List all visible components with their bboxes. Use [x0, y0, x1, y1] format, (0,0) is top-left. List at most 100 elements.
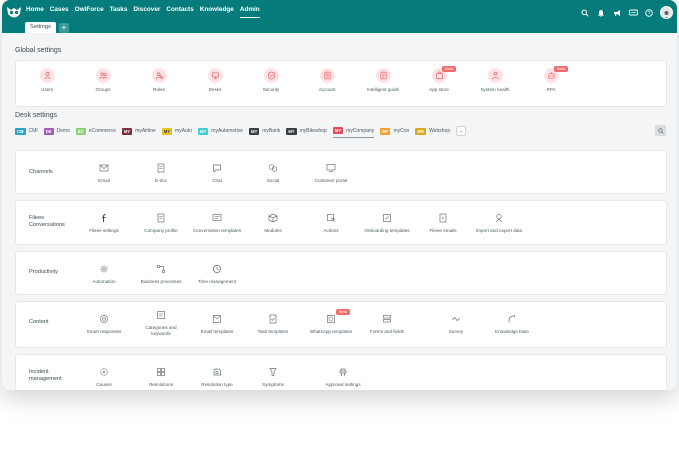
brand-mybank[interactable]: MY myBank — [248, 125, 280, 137]
fileee-settings[interactable]: Fileee settings — [74, 213, 134, 234]
global-settings-card: Users Groups Roles Desks Security Accoun… — [15, 60, 667, 107]
beta-badge-app-store: Beta — [442, 66, 456, 72]
onboarding-templates[interactable]: Onboarding templates — [357, 213, 417, 234]
rpa-icon — [547, 72, 555, 79]
process-icon — [156, 264, 166, 274]
brand-ecommerce[interactable]: EC eCommerce — [75, 125, 116, 137]
brand-mycon[interactable]: MY myCon — [380, 125, 409, 137]
global-item-intelligent-guide[interactable]: Intelligent guide — [355, 68, 411, 92]
whatsapp-icon — [327, 315, 335, 323]
automation[interactable]: Automation — [74, 264, 134, 285]
nav-cases[interactable]: Cases — [50, 0, 69, 20]
global-item-rpa[interactable]: RPA Beta — [523, 66, 579, 92]
causes-icon — [100, 368, 108, 376]
survey[interactable]: Survey — [426, 314, 486, 335]
groups-icon — [98, 72, 108, 79]
global-item-roles[interactable]: Roles — [131, 68, 187, 92]
add-tab-button[interactable]: + — [58, 23, 69, 33]
task-template-icon — [269, 314, 277, 324]
chat-icon[interactable] — [628, 8, 638, 18]
profile-icon — [157, 213, 165, 223]
global-item-account[interactable]: Account — [299, 68, 355, 92]
time-management[interactable]: Time management — [187, 264, 247, 285]
email-templates[interactable]: Email templates — [187, 314, 247, 335]
nav-home[interactable]: Home — [26, 0, 44, 20]
desk-settings-title: Desk settings — [15, 112, 58, 119]
brand-mycompany[interactable]: MY myCompany — [332, 125, 375, 138]
megaphone-icon[interactable] — [612, 8, 622, 18]
nav-owlforce[interactable]: OwlForce — [75, 0, 104, 20]
business-processes[interactable]: Business processes — [131, 264, 191, 285]
company-profile[interactable]: Company profile — [131, 213, 191, 234]
survey-icon — [452, 317, 460, 321]
action-icon — [327, 214, 336, 222]
owl-logo-icon[interactable] — [6, 5, 22, 20]
global-item-security[interactable]: Security — [243, 68, 299, 92]
template-icon — [212, 214, 222, 221]
channels-card: Channels Email E-doc Chat Social Custome… — [15, 150, 667, 194]
brand-cmi[interactable]: CM CMI — [15, 125, 38, 137]
conversation-templates[interactable]: Conversation templates — [187, 213, 247, 234]
brand-myauto[interactable]: MY myAuto — [161, 125, 192, 137]
brand-selector: CM CMI DE Demo EC eCommerce MY myAirline MY m… — [15, 125, 467, 138]
task-templates[interactable]: Task templates — [243, 314, 303, 335]
nav-tasks[interactable]: Tasks — [110, 0, 128, 20]
modules[interactable]: Modules — [243, 213, 303, 234]
email-doc-icon: € — [439, 213, 447, 223]
global-item-groups[interactable]: Groups — [75, 68, 131, 92]
users-icon — [43, 71, 51, 80]
import-export-icon — [495, 213, 503, 223]
nav-admin[interactable]: Admin — [239, 0, 260, 20]
admin-content: Global settings Users Groups Roles Desks… — [2, 33, 677, 390]
categories-keywords[interactable]: Categories and keywords — [131, 310, 191, 337]
brand-mybikeshop[interactable]: MY myBikeshop — [286, 125, 327, 137]
knowledge-base[interactable]: Knowledge base — [482, 314, 542, 335]
channel-email[interactable]: Email — [74, 163, 134, 184]
fileee-logo-icon — [102, 214, 106, 222]
causes[interactable]: Causes — [74, 367, 134, 388]
app-window: Home Cases OwlForce Tasks Discover Conta… — [2, 0, 677, 390]
nav-contacts[interactable]: Contacts — [166, 0, 193, 20]
security-icon — [267, 71, 275, 80]
social-icon — [268, 164, 278, 172]
whatsapp-templates[interactable]: WhatsApp templates Beta — [301, 309, 361, 335]
smart-responses[interactable]: Smart responses — [74, 314, 134, 335]
global-item-app-store[interactable]: App store Beta — [411, 66, 467, 92]
channel-chat[interactable]: Chat — [187, 163, 247, 184]
channel-social[interactable]: Social — [243, 163, 303, 184]
search-icon[interactable] — [580, 8, 590, 18]
bell-icon[interactable] — [596, 8, 606, 18]
account-icon — [323, 71, 331, 80]
help-icon[interactable]: ? — [644, 8, 654, 18]
email-icon — [99, 164, 109, 172]
tab-settings[interactable]: Settings — [25, 22, 56, 33]
main-nav: Home Cases OwlForce Tasks Discover Conta… — [26, 0, 266, 20]
brand-demo[interactable]: DE Demo — [43, 125, 70, 137]
global-item-users[interactable]: Users — [19, 68, 75, 92]
nav-knowledge[interactable]: Knowledge — [200, 0, 234, 20]
actions[interactable]: Actions — [301, 213, 361, 234]
avatar[interactable] — [660, 6, 673, 19]
roles-icon — [155, 72, 164, 80]
global-item-system-health[interactable]: System health — [467, 68, 523, 92]
brand-myautomotive[interactable]: MY myAutomotive — [198, 125, 243, 137]
channel-customer-portal[interactable]: Customer portal — [301, 163, 361, 184]
chat-bubble-icon — [213, 164, 221, 173]
fileee-emails[interactable]: € Fileee emails — [413, 213, 473, 234]
more-brands-button[interactable]: ⌄ — [456, 126, 467, 136]
brand-search-button[interactable] — [655, 125, 666, 136]
fileee-conversations-label: Fileee Conversations — [29, 215, 65, 228]
cube-icon — [268, 213, 278, 223]
symptoms[interactable]: Symptoms — [243, 367, 303, 388]
brand-myairline[interactable]: MY myAirline — [121, 125, 156, 137]
import-export-data[interactable]: Import and export data — [469, 213, 529, 234]
resolution-type[interactable]: Resolution type — [187, 367, 247, 388]
global-settings-title: Global settings — [15, 47, 62, 54]
forms-fields[interactable]: Forms and fields — [357, 314, 417, 335]
nav-discover[interactable]: Discover — [133, 0, 160, 20]
resolutions[interactable]: Resolutions — [131, 367, 191, 388]
global-item-desks[interactable]: Desks — [187, 68, 243, 92]
approval-settings[interactable]: Approval settings — [313, 367, 373, 388]
channel-edoc[interactable]: E-doc — [131, 163, 191, 184]
brand-webshop[interactable]: WE Webshop — [415, 125, 450, 137]
